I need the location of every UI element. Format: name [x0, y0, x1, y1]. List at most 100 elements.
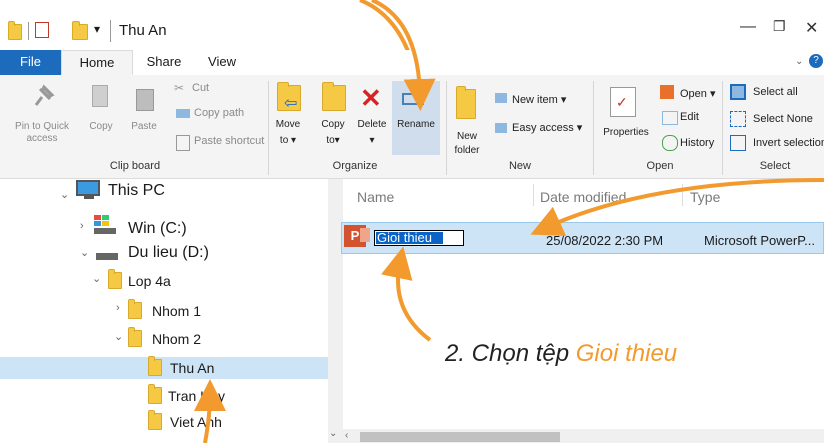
- column-header-date-modified[interactable]: Date modified: [540, 189, 626, 205]
- delete-label-2[interactable]: ▾: [354, 135, 390, 147]
- nav-scrollbar[interactable]: [328, 179, 343, 443]
- folder-icon: [128, 299, 142, 319]
- powerpoint-doc-icon: [360, 228, 370, 242]
- rename-button[interactable]: Rename: [392, 119, 440, 131]
- windows-logo-icon: [94, 215, 110, 227]
- pc-icon: [76, 180, 100, 196]
- ribbon-collapse-icon[interactable]: ⌄: [795, 56, 803, 67]
- invert-selection-icon: [730, 135, 746, 151]
- chevron-down-icon[interactable]: ⌄: [114, 330, 123, 343]
- easy-access-button[interactable]: Easy access ▾: [512, 121, 582, 134]
- arrow-decoration: [359, 0, 410, 50]
- paste-icon: [136, 89, 154, 111]
- folder-icon: [148, 410, 162, 430]
- new-folder-label-1[interactable]: New: [446, 131, 488, 143]
- pin-label-2[interactable]: access: [4, 133, 80, 145]
- file-type: Microsoft PowerP...: [704, 233, 816, 248]
- paste-button[interactable]: Paste: [126, 121, 162, 133]
- separator: [446, 81, 447, 175]
- select-none-button[interactable]: Select None: [753, 113, 813, 125]
- edit-button[interactable]: Edit: [680, 111, 699, 123]
- nav-item-nhom-2[interactable]: Nhom 2: [152, 331, 201, 347]
- move-to-label-1[interactable]: Move: [270, 119, 306, 131]
- open-button[interactable]: Open ▾: [680, 87, 716, 100]
- group-label-organize: Organize: [332, 160, 378, 172]
- chevron-down-icon[interactable]: ⌄: [60, 188, 69, 201]
- horizontal-scroll-thumb[interactable]: [360, 432, 560, 442]
- rename-icon: [402, 93, 424, 105]
- nav-item-win-c[interactable]: Win (C:): [128, 220, 187, 238]
- scroll-down-icon[interactable]: ⌄: [329, 428, 337, 439]
- group-label-select: Select: [759, 160, 791, 172]
- ribbon: Pin to Quick access Copy Paste ✂ Cut Cop…: [0, 75, 824, 179]
- pc-stand: [84, 196, 94, 199]
- copy-button[interactable]: Copy: [84, 121, 118, 133]
- caption-highlight: Gioi thieu: [575, 340, 678, 367]
- rename-input[interactable]: Gioi thieu: [374, 230, 464, 246]
- pin-icon: [34, 84, 55, 106]
- caption-prefix: 2. Chọn tệp: [445, 340, 576, 367]
- column-separator: [533, 184, 534, 206]
- folder-icon: [148, 356, 162, 376]
- separator: [593, 81, 594, 175]
- chevron-right-icon[interactable]: ›: [116, 302, 120, 314]
- chevron-right-icon[interactable]: ›: [80, 220, 84, 232]
- new-item-button[interactable]: New item ▾: [512, 93, 566, 106]
- nav-item-nhom-1[interactable]: Nhom 1: [152, 303, 201, 319]
- new-folder-label-2[interactable]: folder: [446, 145, 488, 157]
- copy-to-label-1[interactable]: Copy: [315, 119, 351, 131]
- select-none-icon: [730, 111, 746, 127]
- tab-view[interactable]: View: [196, 50, 248, 75]
- drive-icon: [94, 228, 116, 234]
- nav-item-this-pc[interactable]: This PC: [108, 182, 165, 200]
- copy-path-button[interactable]: Copy path: [194, 107, 244, 119]
- nav-item-tran-huy[interactable]: Tran Huy: [168, 388, 225, 404]
- file-list: [343, 179, 824, 443]
- copy-to-label-2[interactable]: to▾: [315, 135, 351, 147]
- invert-selection-button[interactable]: Invert selection: [753, 137, 824, 149]
- copy-to-icon: [322, 82, 346, 111]
- move-to-label-2[interactable]: to ▾: [270, 135, 306, 147]
- properties-icon: ✓: [610, 87, 636, 117]
- copy-icon: [92, 85, 108, 107]
- group-label-clipboard: Clip board: [109, 160, 161, 172]
- tab-file[interactable]: File: [0, 50, 61, 75]
- tab-share[interactable]: Share: [135, 50, 193, 75]
- nav-item-viet-anh[interactable]: Viet Anh: [170, 414, 222, 430]
- chevron-down-icon[interactable]: ⌄: [80, 246, 89, 259]
- nav-item-lop-4a[interactable]: Lop 4a: [128, 273, 171, 289]
- copy-path-icon: [176, 109, 190, 118]
- folder-icon: [128, 327, 142, 347]
- folder-icon: [108, 269, 122, 289]
- folder-icon: [148, 384, 162, 404]
- new-folder-icon: [456, 86, 476, 119]
- rename-input-selected-text: Gioi thieu: [376, 231, 443, 244]
- nav-item-du-lieu-d[interactable]: Du lieu (D:): [128, 244, 209, 262]
- group-label-new: New: [508, 160, 531, 172]
- separator: [268, 81, 269, 175]
- select-all-button[interactable]: Select all: [753, 86, 798, 98]
- delete-icon: ✕: [360, 83, 382, 113]
- cut-button[interactable]: Cut: [192, 82, 209, 94]
- arrow-left-icon: ⇦: [284, 95, 298, 112]
- scroll-left-icon[interactable]: ‹: [345, 430, 348, 441]
- help-icon[interactable]: ?: [809, 54, 823, 68]
- paste-shortcut-button[interactable]: Paste shortcut: [194, 135, 264, 147]
- separator: [722, 81, 723, 175]
- select-all-icon: [730, 84, 746, 100]
- pin-label-1[interactable]: Pin to Quick: [4, 121, 80, 133]
- tab-home[interactable]: Home: [61, 50, 133, 75]
- history-icon: [662, 135, 678, 151]
- ribbon-tabs: File Home Share View ⌄ ?: [0, 50, 824, 76]
- properties-button[interactable]: Properties: [598, 127, 654, 139]
- edit-icon: [662, 111, 678, 125]
- title-bar: ▾ Thu An — ❐ ✕: [0, 0, 824, 50]
- cut-icon: ✂: [174, 81, 185, 95]
- history-button[interactable]: History: [680, 137, 714, 149]
- file-date-modified: 25/08/2022 2:30 PM: [546, 233, 664, 248]
- delete-label-1[interactable]: Delete: [354, 119, 390, 131]
- column-header-name[interactable]: Name: [357, 189, 394, 205]
- column-header-type[interactable]: Type: [690, 189, 720, 205]
- chevron-down-icon[interactable]: ⌄: [92, 272, 101, 285]
- nav-item-thu-an[interactable]: Thu An: [170, 360, 214, 376]
